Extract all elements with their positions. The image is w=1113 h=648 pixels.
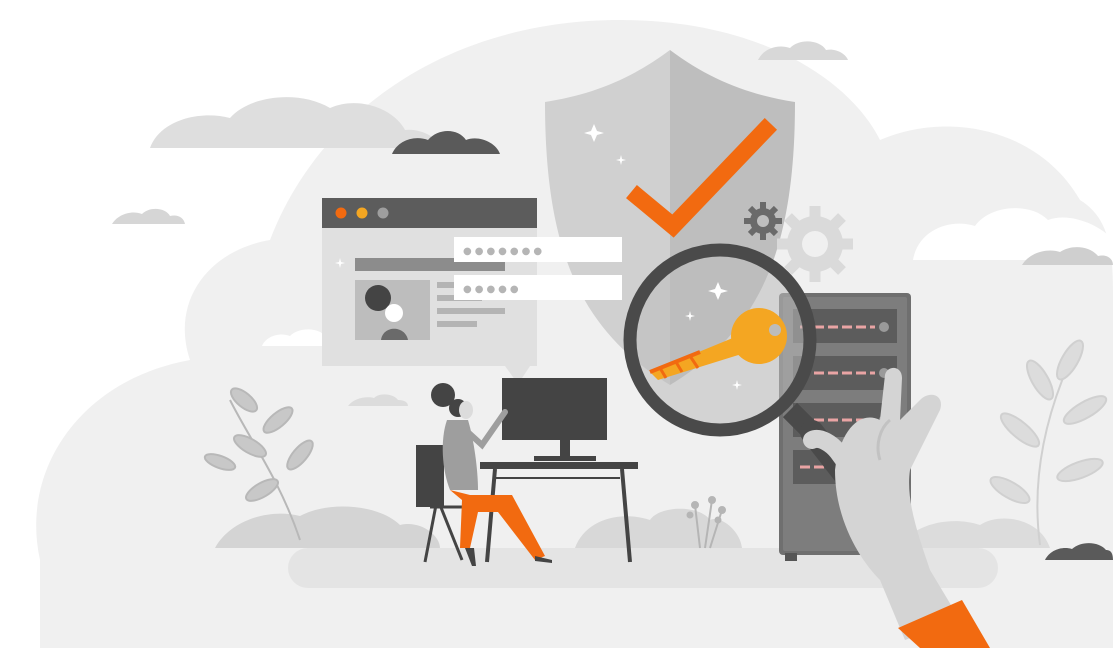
password-field: ●●●●●	[454, 275, 622, 300]
security-illustration: ●●●●●●● ●●●●●	[0, 0, 1113, 648]
gear-icon	[777, 206, 853, 282]
desk	[480, 462, 638, 469]
monitor-icon	[502, 378, 607, 440]
illustration-canvas: ●●●●●●● ●●●●●	[36, 20, 1113, 648]
cloud-icon	[758, 41, 848, 60]
password-mask: ●●●●●	[463, 284, 522, 295]
password-field: ●●●●●●●	[454, 237, 622, 262]
password-mask: ●●●●●●●	[463, 246, 545, 257]
cloud-icon	[112, 208, 185, 224]
